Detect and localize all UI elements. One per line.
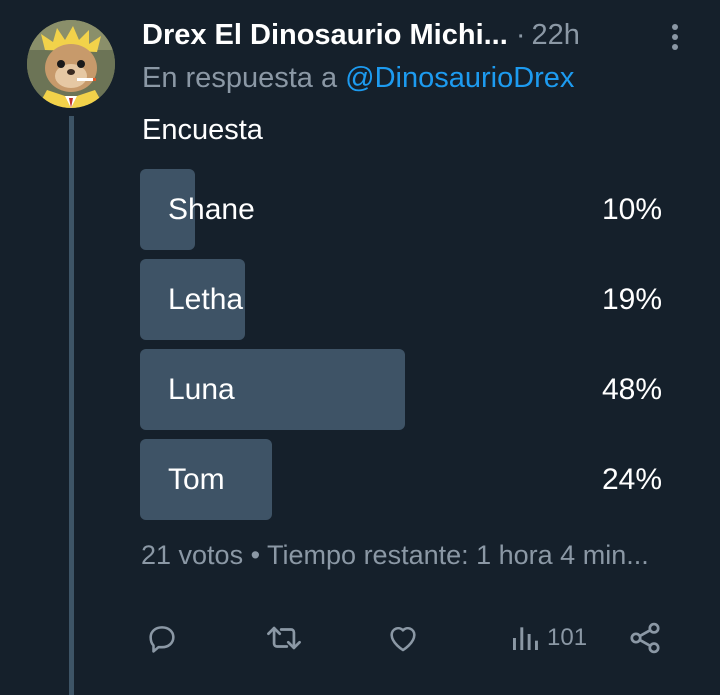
poll-option: Luna 48% (140, 349, 662, 430)
poll-option: Tom 24% (140, 439, 662, 520)
poll-footer: 21 votos • Tiempo restante: 1 hora 4 min… (141, 540, 649, 570)
poll-option-percent: 10% (601, 193, 662, 226)
thread-line (69, 116, 74, 695)
like-button[interactable] (385, 612, 421, 664)
retweet-button[interactable] (264, 612, 304, 664)
poll-option: Letha 19% (140, 259, 662, 340)
poll-option-label: Tom (168, 463, 225, 496)
meta-separator: · (515, 18, 526, 51)
author-name[interactable]: Drex El Dinosaurio Michi... (142, 19, 508, 52)
views-icon (513, 627, 538, 650)
poll-option-percent: 24% (601, 463, 662, 496)
retweet-icon (267, 626, 301, 650)
reply-icon (149, 626, 175, 653)
more-vertical-icon (672, 24, 678, 50)
poll: Shane 10% Letha 19% Luna 48% Tom 24% (140, 169, 662, 529)
more-options-button[interactable] (664, 22, 686, 52)
poll-option-label: Letha (168, 283, 244, 316)
reply-handle-link[interactable]: @DinosaurioDrex (345, 62, 574, 94)
views-count: 101 (547, 624, 588, 651)
post-time[interactable]: 22h (531, 19, 579, 51)
reply-button[interactable] (145, 612, 179, 664)
avatar-image (27, 20, 115, 108)
poll-option-percent: 19% (601, 283, 662, 316)
heart-icon (390, 626, 416, 652)
share-icon (630, 622, 660, 654)
share-button[interactable] (627, 612, 663, 664)
poll-option: Shane 10% (140, 169, 662, 250)
avatar[interactable] (27, 20, 115, 108)
reply-context: En respuesta a @DinosaurioDrex (142, 62, 574, 95)
poll-option-label: Shane (168, 193, 255, 226)
poll-option-percent: 48% (601, 373, 662, 406)
poll-option-label: Luna (168, 373, 235, 406)
action-bar: 101 (0, 612, 720, 664)
post-header: Drex El Dinosaurio Michi... · 22h (142, 14, 580, 56)
views-button[interactable]: 101 (509, 612, 587, 664)
poll-title: Encuesta (142, 114, 263, 146)
reply-prefix: En respuesta a (142, 62, 338, 94)
post-meta: · 22h (516, 19, 580, 52)
